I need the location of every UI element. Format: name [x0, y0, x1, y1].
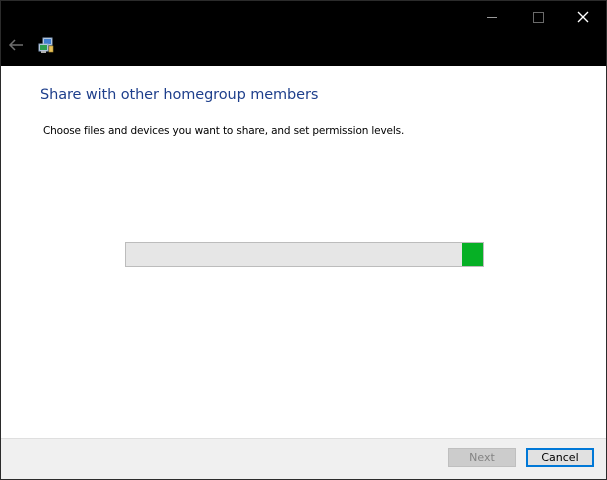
homegroup-wizard-window: Share with other homegroup members Choos…	[0, 0, 607, 480]
cancel-button[interactable]: Cancel	[526, 448, 594, 467]
title-bar	[1, 1, 606, 66]
minimize-icon	[487, 16, 497, 18]
maximize-button[interactable]	[515, 1, 561, 33]
close-button[interactable]	[560, 1, 606, 33]
minimize-button[interactable]	[469, 1, 515, 33]
back-arrow-icon	[8, 39, 23, 51]
progress-bar-segment	[461, 243, 483, 266]
back-button[interactable]	[5, 34, 27, 56]
close-icon	[577, 11, 589, 23]
homegroup-icon	[38, 37, 54, 53]
next-button[interactable]: Next	[448, 448, 516, 467]
progress-bar	[125, 242, 484, 267]
button-bar: Next Cancel	[1, 438, 606, 479]
page-title: Share with other homegroup members	[40, 87, 319, 103]
instruction-text: Choose files and devices you want to sha…	[43, 125, 405, 137]
maximize-icon	[532, 11, 544, 23]
